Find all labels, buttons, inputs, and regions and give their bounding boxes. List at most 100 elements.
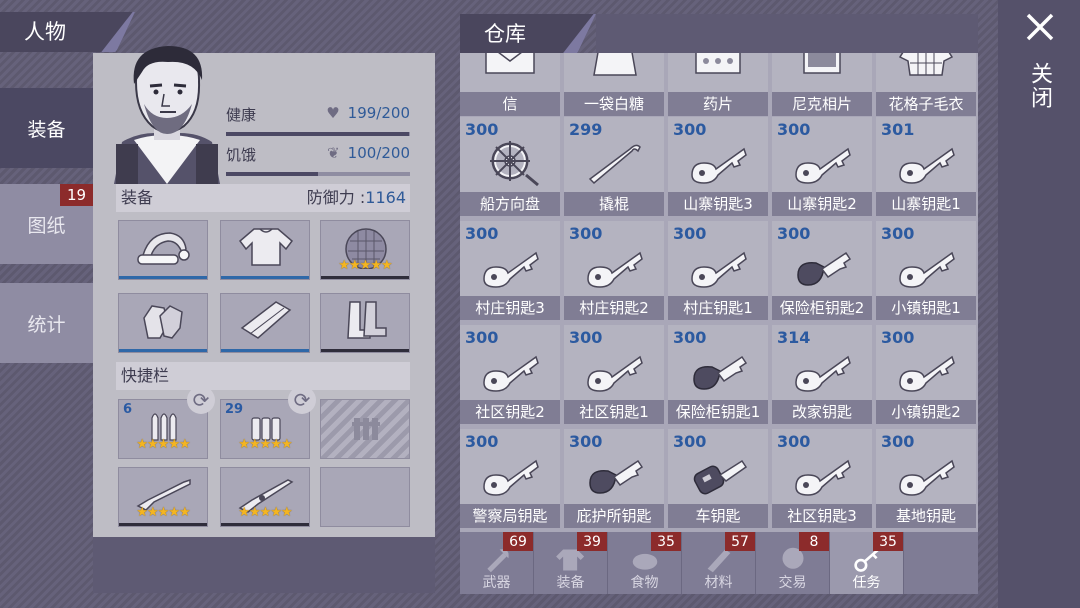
item-label: 花格子毛衣 <box>876 92 976 116</box>
warehouse-header-bar <box>596 14 978 53</box>
warehouse-item[interactable]: 300 社区钥匙2 <box>460 325 560 424</box>
key-icon <box>899 459 955 496</box>
category-tab[interactable]: 39 装备 <box>534 532 608 594</box>
quickbar-slot-stars: ★★★★★ <box>136 437 190 452</box>
equip-slot-body[interactable] <box>220 220 310 280</box>
warehouse-item[interactable]: 300 小镇钥匙1 <box>876 221 976 320</box>
equip-slot-legs[interactable] <box>220 293 310 353</box>
hunger-value: ❦ 100/200 <box>327 144 410 162</box>
pills-icon <box>695 53 741 74</box>
category-tab[interactable]: 35 食物 <box>608 532 682 594</box>
tab-equipment-label: 装备 <box>27 118 66 141</box>
health-stat: 健康 ♥ 199/200 <box>226 104 410 136</box>
category-badge: 35 <box>651 532 681 551</box>
quickbar-label: 快捷栏 <box>121 366 170 385</box>
category-label: 武器 <box>482 575 511 591</box>
warehouse-item[interactable]: 300 山寨钥匙3 <box>668 117 768 216</box>
category-badge: 39 <box>577 532 607 551</box>
warehouse-item[interactable]: 300 保险柜钥匙2 <box>772 221 872 320</box>
equip-slot-feet[interactable] <box>320 293 410 353</box>
tab-blueprints-label: 图纸 <box>27 214 66 237</box>
swap-ammo-button[interactable]: ⟳ <box>187 386 215 414</box>
equip-slot-underline <box>119 349 207 352</box>
warehouse-item[interactable]: 300 庇护所钥匙 <box>564 429 664 528</box>
tab-statistics[interactable]: 统计 <box>0 283 93 363</box>
item-label: 山寨钥匙3 <box>668 192 768 216</box>
health-value: ♥ 199/200 <box>326 104 410 122</box>
warehouse-item[interactable]: 300 村庄钥匙3 <box>460 221 560 320</box>
item-label: 村庄钥匙3 <box>460 296 560 320</box>
key-icon <box>899 251 955 288</box>
warehouse-item[interactable]: 尼克相片 <box>772 53 872 116</box>
item-label: 药片 <box>668 92 768 116</box>
category-label: 装备 <box>556 575 585 591</box>
safe-key-icon <box>589 459 644 494</box>
warehouse-item[interactable]: 300 社区钥匙3 <box>772 429 872 528</box>
ship-wheel-icon <box>490 141 539 187</box>
equip-slot-underline <box>221 349 309 352</box>
key-icon <box>691 251 747 288</box>
equip-slot-underline <box>321 276 409 279</box>
plaid-sweater-icon <box>898 53 954 76</box>
key-icon <box>691 147 747 184</box>
key-icon <box>899 355 955 392</box>
defense-label: 防御力 : <box>306 188 366 207</box>
equip-slot-head[interactable] <box>118 220 208 280</box>
health-label: 健康 <box>226 106 257 124</box>
item-label: 信 <box>460 92 560 116</box>
quickbar-slot-4[interactable]: ★★★★★ <box>118 467 208 527</box>
warehouse-item[interactable]: 一袋白糖 <box>564 53 664 116</box>
quickbar-slot-stars: ★★★★★ <box>238 505 292 520</box>
item-label: 山寨钥匙2 <box>772 192 872 216</box>
warehouse-item[interactable]: 314 改家钥匙 <box>772 325 872 424</box>
warehouse-item[interactable]: 300 保险柜钥匙1 <box>668 325 768 424</box>
warehouse-item[interactable]: 300 车钥匙 <box>668 429 768 528</box>
health-value-text: 199/200 <box>347 104 410 122</box>
close-icon[interactable] <box>1025 12 1055 42</box>
item-label: 警察局钥匙 <box>460 504 560 528</box>
sugar-bag-icon <box>593 53 637 76</box>
warehouse-item[interactable]: 300 船方向盘 <box>460 117 560 216</box>
item-label: 山寨钥匙1 <box>876 192 976 216</box>
character-panel-footer <box>93 537 435 593</box>
close-label[interactable]: 关闭 <box>1027 62 1055 110</box>
stomach-icon: ❦ <box>327 144 340 162</box>
swap-ammo-button[interactable]: ⟳ <box>288 386 316 414</box>
warehouse-item[interactable]: 300 小镇钥匙2 <box>876 325 976 424</box>
warehouse-item[interactable]: 信 <box>460 53 560 116</box>
hunger-bar-fill <box>226 172 318 176</box>
item-label: 庇护所钥匙 <box>564 504 664 528</box>
warehouse-item[interactable]: 300 社区钥匙1 <box>564 325 664 424</box>
category-tab[interactable]: 35 任务 <box>830 532 904 594</box>
warehouse-item[interactable]: 301 山寨钥匙1 <box>876 117 976 216</box>
warehouse-item[interactable]: 300 山寨钥匙2 <box>772 117 872 216</box>
item-label: 社区钥匙3 <box>772 504 872 528</box>
character-header-label: 人物 <box>24 20 66 44</box>
key-icon <box>795 459 851 496</box>
item-label: 改家钥匙 <box>772 400 872 424</box>
warehouse-item[interactable]: 药片 <box>668 53 768 116</box>
warehouse-item[interactable]: 300 警察局钥匙 <box>460 429 560 528</box>
defense-value: 1164 <box>365 188 406 207</box>
category-tab[interactable]: 8 交易 <box>756 532 830 594</box>
warehouse-item[interactable]: 299 撬棍 <box>564 117 664 216</box>
quickbar-slot-6-empty[interactable] <box>320 467 410 527</box>
equip-slot-hands[interactable] <box>118 293 208 353</box>
category-tab[interactable]: 57 材料 <box>682 532 756 594</box>
item-label: 基地钥匙 <box>876 504 976 528</box>
tab-equipment[interactable]: 装备 <box>0 88 93 168</box>
category-badge: 69 <box>503 532 533 551</box>
item-label: 保险柜钥匙2 <box>772 296 872 320</box>
equip-slot-armor[interactable]: ★★★★★ <box>320 220 410 280</box>
quickbar-slot-5[interactable]: ★★★★★ <box>220 467 310 527</box>
category-tab[interactable]: 69 武器 <box>460 532 534 594</box>
item-label: 船方向盘 <box>460 192 560 216</box>
gloves-icon <box>143 305 183 339</box>
key-icon <box>483 355 539 392</box>
hunger-value-text: 100/200 <box>347 144 410 162</box>
warehouse-item[interactable]: 花格子毛衣 <box>876 53 976 116</box>
warehouse-item[interactable]: 300 村庄钥匙1 <box>668 221 768 320</box>
warehouse-item[interactable]: 300 村庄钥匙2 <box>564 221 664 320</box>
warehouse-item[interactable]: 300 基地钥匙 <box>876 429 976 528</box>
hunger-bar <box>226 172 410 176</box>
